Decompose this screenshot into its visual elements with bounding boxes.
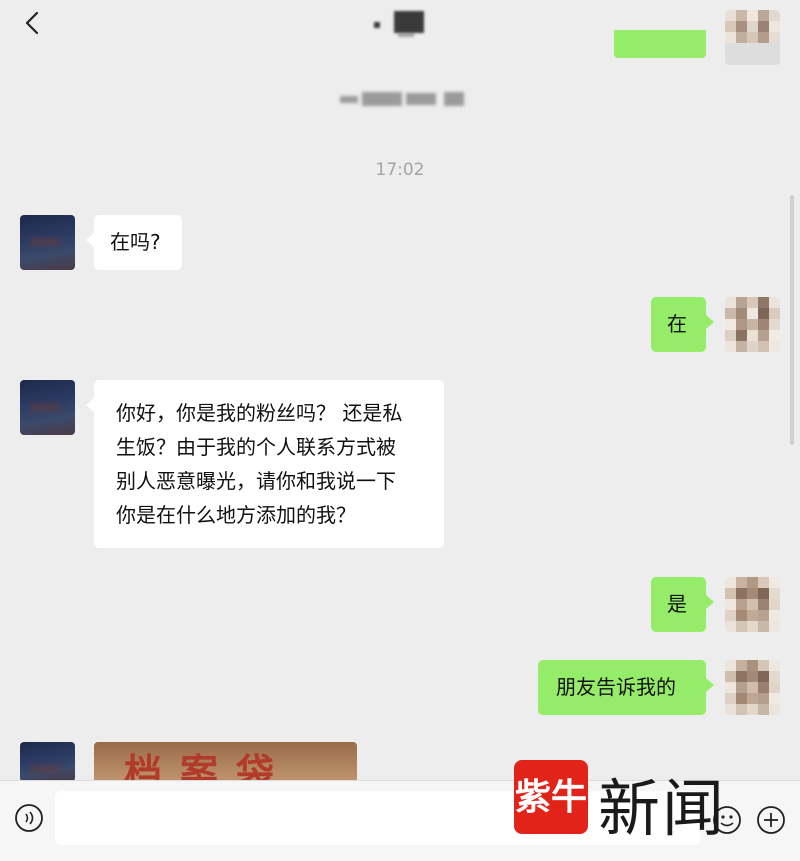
- user-avatar[interactable]: [725, 297, 780, 352]
- watermark-logo: 紫牛: [514, 760, 588, 834]
- system-notice-redacted: [340, 88, 466, 110]
- contact-avatar[interactable]: [20, 215, 75, 270]
- message-bubble-received[interactable]: 在吗?: [86, 215, 182, 270]
- message-timestamp: 17:02: [375, 160, 425, 180]
- message-line: 你是在什么地方添加的我？: [116, 503, 356, 527]
- message-bubble-received[interactable]: 你好，你是我的粉丝吗？ 还是私 生饭？由于我的个人联系方式被 别人恶意曝光，请你…: [86, 380, 444, 548]
- message-bubble-sent[interactable]: 在: [651, 297, 714, 352]
- message-bubble-sent[interactable]: 朋友告诉我的: [538, 660, 714, 715]
- user-avatar[interactable]: [725, 660, 780, 715]
- message-text: 是: [667, 592, 687, 616]
- chevron-left-icon[interactable]: [18, 8, 48, 38]
- user-avatar[interactable]: [725, 577, 780, 632]
- user-avatar: [725, 10, 780, 65]
- scrollbar[interactable]: [790, 195, 794, 445]
- message-line: 你好，你是我的粉丝吗？ 还是私: [116, 401, 403, 425]
- message-line: 别人恶意曝光，请你和我说一下: [116, 469, 396, 493]
- message-text: 朋友告诉我的: [556, 675, 676, 699]
- watermark: 紫牛 新闻: [514, 760, 754, 845]
- message-line: 生饭？由于我的个人联系方式被: [116, 435, 396, 459]
- message-bubble-sent[interactable]: 是: [651, 577, 714, 632]
- contact-avatar[interactable]: [20, 742, 75, 782]
- previous-message-bubble: [614, 30, 706, 58]
- plus-icon[interactable]: [756, 805, 786, 835]
- message-text: 在吗?: [110, 230, 161, 254]
- chat-title-redacted: [370, 8, 430, 38]
- voice-icon[interactable]: [14, 803, 44, 833]
- message-text: 在: [667, 312, 687, 336]
- watermark-text: 新闻: [598, 772, 727, 845]
- contact-avatar[interactable]: [20, 380, 75, 435]
